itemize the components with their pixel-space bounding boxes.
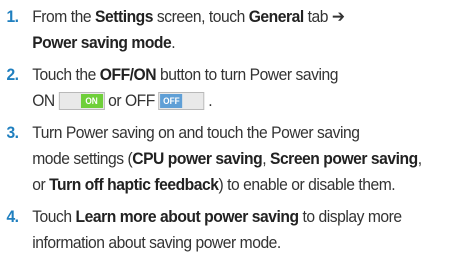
step-2: 2. Touch the OFF/ON button to turn Power… (0, 62, 432, 114)
step-text: tab ➔ (303, 7, 345, 26)
step-text: . (208, 91, 213, 110)
screen-power-saving-label: Screen power saving (269, 149, 418, 168)
step-1-line-2: Power saving mode. (32, 30, 432, 56)
general-tab-label: General (248, 7, 304, 26)
step-text: ) to enable or disable them. (218, 175, 396, 194)
step-text: . (171, 33, 176, 52)
step-3: 3. Turn Power saving on and touch the Po… (0, 120, 432, 198)
toggle-off-knob: OFF (160, 94, 183, 108)
settings-label: Settings (94, 7, 154, 26)
step-text: or (32, 175, 50, 194)
haptic-feedback-label: Turn off haptic feedback (49, 175, 219, 194)
step-4-line-2: information about saving power mode. (32, 230, 432, 256)
off-on-label: OFF/ON (99, 65, 157, 84)
step-4-line-1: Touch Learn more about power saving to d… (32, 204, 432, 230)
step-text: button to turn Power saving (156, 65, 338, 84)
step-1: 1. From the Settings screen, touch Gener… (0, 4, 432, 56)
step-3-line-3: or Turn off haptic feedback) to enable o… (32, 172, 432, 198)
toggle-on-knob: ON (80, 94, 103, 108)
step-text: From the (32, 7, 95, 26)
step-text: Touch (32, 207, 76, 226)
cpu-power-saving-label: CPU power saving (132, 149, 263, 168)
step-2-line-1: Touch the OFF/ON button to turn Power sa… (32, 62, 432, 88)
step-text: , (417, 149, 422, 168)
learn-more-label: Learn more about power saving (75, 207, 300, 226)
step-3-line-1: Turn Power saving on and touch the Power… (32, 120, 432, 146)
step-3-line-2: mode settings (CPU power saving, Screen … (32, 146, 432, 172)
step-text: ON (32, 91, 55, 110)
step-text: screen, touch (153, 7, 249, 26)
step-number: 2. (6, 65, 19, 84)
toggle-off-icon: OFF (158, 92, 205, 110)
step-2-line-2: ON ON or OFF OFF. (32, 88, 432, 114)
step-text: to display more (298, 207, 402, 226)
power-saving-mode-label: Power saving mode (32, 33, 172, 52)
step-1-line-1: From the Settings screen, touch General … (32, 4, 432, 30)
step-4: 4. Touch Learn more about power saving t… (0, 204, 432, 256)
step-number: 4. (6, 207, 19, 226)
toggle-on-icon: ON (58, 92, 105, 110)
step-text: or OFF (108, 91, 155, 110)
step-text: mode settings ( (32, 149, 133, 168)
step-number: 3. (6, 123, 19, 142)
step-text: information about saving power mode. (32, 233, 281, 252)
step-text: Touch the (32, 65, 100, 84)
step-text: Turn Power saving on and touch the Power… (32, 123, 360, 142)
step-number: 1. (6, 7, 19, 26)
